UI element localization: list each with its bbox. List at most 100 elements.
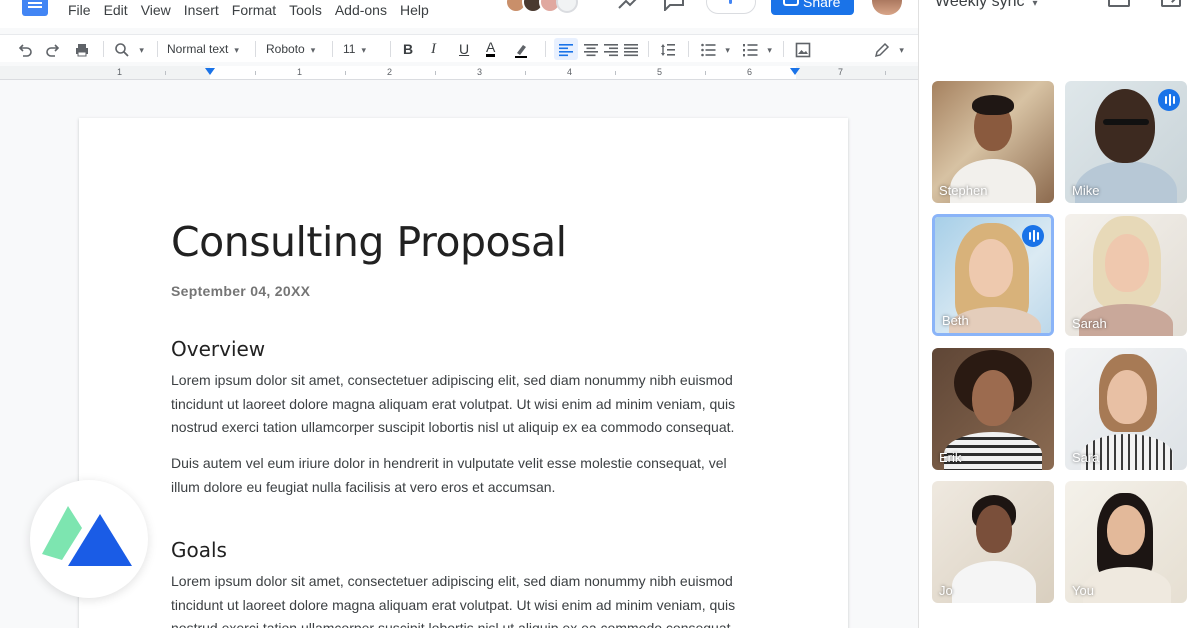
participant-head	[1107, 370, 1147, 424]
paragraph-line: Duis autem vel eum iriure dolor in hendr…	[171, 455, 727, 471]
comment-icon[interactable]	[662, 0, 686, 13]
left-indent-marker[interactable]	[205, 68, 215, 75]
share-button[interactable]: Share	[771, 0, 854, 15]
font-size-label: 11	[343, 42, 356, 56]
participant-body	[952, 561, 1036, 603]
menu: File Edit View Insert Format Tools Add-o…	[68, 2, 442, 18]
brand-logo-badge	[30, 480, 148, 598]
text-color-button[interactable]: A	[486, 38, 496, 57]
participant-name: You	[1072, 583, 1094, 598]
paragraph-line: nostrud exerci tation ullamcorper suscip…	[171, 419, 735, 435]
participant-name: Sarah	[1072, 316, 1107, 331]
undo-icon[interactable]	[17, 38, 33, 60]
highlight-icon[interactable]	[513, 38, 529, 60]
ruler-mark: 4	[567, 67, 573, 77]
document-date: September 04, 20XX	[171, 283, 311, 299]
toolbar-divider	[648, 41, 649, 57]
paragraph: Lorem ipsum dolor sit amet, consectetuer…	[171, 369, 761, 440]
toolbar-divider	[545, 41, 546, 57]
trend-icon[interactable]	[617, 0, 641, 12]
ruler-tick	[435, 71, 436, 75]
audio-level-icon	[729, 0, 732, 4]
menu-edit[interactable]: Edit	[104, 2, 128, 18]
paragraph: Lorem ipsum dolor sit amet, consectetuer…	[171, 570, 761, 628]
toolbar-divider	[332, 41, 333, 57]
italic-button[interactable]: I	[431, 38, 436, 60]
ruler-margin-left	[0, 66, 210, 79]
numbered-list-icon[interactable]	[742, 38, 772, 60]
align-justify-icon[interactable]	[623, 38, 639, 60]
toolbar-divider	[103, 41, 104, 57]
participant-head	[972, 370, 1014, 426]
participant-name: Erik	[939, 450, 962, 465]
underline-button[interactable]: U	[459, 38, 469, 60]
participant-name: Beth	[942, 313, 969, 328]
menu-addons[interactable]: Add-ons	[335, 2, 387, 18]
docs-logo-icon[interactable]	[22, 0, 48, 16]
toolbar-divider	[783, 41, 784, 57]
meeting-title[interactable]: Weekly sync	[935, 0, 1038, 11]
ruler-tick	[885, 71, 886, 75]
glasses-icon	[1103, 119, 1149, 125]
meet-side-panel: Weekly sync Stephen Mike Beth Sarah	[918, 0, 1200, 628]
participant-head	[1105, 234, 1149, 292]
participant-head	[969, 239, 1013, 297]
bulleted-list-icon[interactable]	[700, 38, 730, 60]
line-spacing-icon[interactable]	[660, 38, 676, 60]
align-left-icon[interactable]	[554, 38, 578, 60]
ruler-mark: 6	[747, 67, 753, 77]
participant-head	[1107, 505, 1145, 555]
participant-tile-active-speaker[interactable]: Beth	[932, 214, 1054, 336]
participant-name: Stephen	[939, 183, 988, 198]
document-page[interactable]: Consulting Proposal September 04, 20XX O…	[79, 118, 848, 628]
menu-help[interactable]: Help	[400, 2, 429, 18]
menu-format[interactable]: Format	[232, 2, 276, 18]
participant-tile[interactable]: Stephen	[932, 81, 1054, 203]
document-title: Consulting Proposal	[171, 218, 567, 266]
participant-tile[interactable]: Sarah	[1065, 214, 1187, 336]
ruler-tick	[705, 71, 706, 75]
menu-tools[interactable]: Tools	[289, 2, 322, 18]
bold-button[interactable]: B	[403, 38, 413, 60]
participant-head	[976, 505, 1012, 553]
avatar[interactable]	[556, 0, 578, 13]
editing-mode-pencil-icon[interactable]	[874, 38, 904, 60]
style-select[interactable]: Normal text	[167, 38, 239, 60]
participant-tile[interactable]: Erik	[932, 348, 1054, 470]
style-select-label: Normal text	[167, 42, 229, 56]
ruler[interactable]: 1 1 2 3 4 5 6 7	[0, 66, 918, 80]
participant-name: Mike	[1072, 183, 1100, 198]
participant-tile[interactable]: Mike	[1065, 81, 1187, 203]
pop-out-icon[interactable]	[1161, 0, 1181, 7]
meet-button[interactable]	[706, 0, 756, 14]
participant-tile-self[interactable]: You	[1065, 481, 1187, 603]
paragraph-line: illum dolore eu feugiat nulla facilisis …	[171, 478, 556, 495]
insert-image-icon[interactable]	[795, 38, 811, 60]
participant-tile[interactable]: Sara	[1065, 348, 1187, 470]
speaking-indicator-icon	[1022, 225, 1044, 247]
toolbar: Normal text Roboto 11 B I U A	[0, 34, 918, 62]
align-center-icon[interactable]	[583, 38, 599, 60]
paragraph-line: nostrud exerci tation ullamcorper suscip…	[171, 620, 735, 628]
font-select[interactable]: Roboto	[266, 38, 315, 60]
redo-icon[interactable]	[45, 38, 61, 60]
menu-file[interactable]: File	[68, 2, 91, 18]
paragraph-line: tincidunt ut laoreet dolore magna aliqua…	[171, 395, 736, 412]
ruler-margin-right	[796, 66, 918, 79]
font-size-select[interactable]: 11	[343, 38, 366, 60]
align-right-icon[interactable]	[603, 38, 619, 60]
zoom-icon[interactable]	[114, 38, 144, 60]
print-icon[interactable]	[74, 38, 90, 60]
right-indent-marker[interactable]	[790, 68, 800, 75]
participant-tile[interactable]: Jo	[932, 481, 1054, 603]
speaking-indicator-icon	[1158, 89, 1180, 111]
menu-view[interactable]: View	[141, 2, 171, 18]
ruler-tick	[165, 71, 166, 75]
ruler-tick	[255, 71, 256, 75]
user-avatar[interactable]	[872, 0, 902, 15]
toolbar-divider	[390, 41, 391, 57]
menu-insert[interactable]: Insert	[184, 2, 219, 18]
present-screen-icon[interactable]	[1108, 0, 1130, 7]
collaborator-avatars[interactable]	[505, 0, 578, 13]
toolbar-divider	[255, 41, 256, 57]
